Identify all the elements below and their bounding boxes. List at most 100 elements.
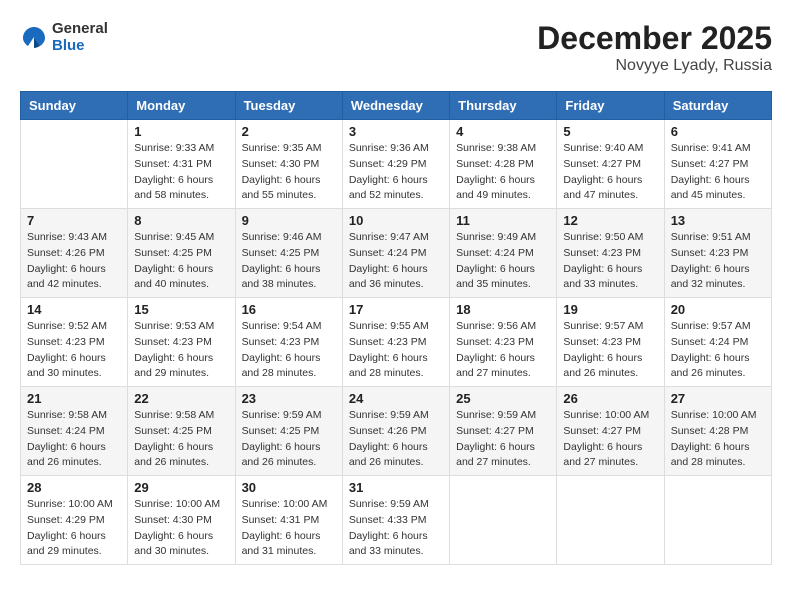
calendar-cell: 18Sunrise: 9:56 AM Sunset: 4:23 PM Dayli… (450, 298, 557, 387)
calendar-cell: 1Sunrise: 9:33 AM Sunset: 4:31 PM Daylig… (128, 120, 235, 209)
calendar-cell: 29 Sunrise: 10:00 AM Sunset: 4:30 PM Dayl… (128, 476, 235, 565)
calendar-cell: 14 Sunrise: 9:52 AM Sunset: 4:23 PM Dayli… (21, 298, 128, 387)
day-number: 30 (242, 480, 336, 495)
day-number: 14 (27, 302, 121, 317)
day-info: Sunrise: 9:58 AM Sunset: 4:25 PM Dayligh… (134, 408, 228, 471)
day-info: Sunrise: 10:00 AM Sunset: 4:27 PM Daylig… (563, 408, 657, 471)
day-info: Sunrise: 9:38 AM Sunset: 4:28 PM Dayligh… (456, 141, 550, 204)
day-number: 12 (563, 213, 657, 228)
day-info: Sunrise: 9:49 AM Sunset: 4:24 PM Dayligh… (456, 230, 550, 293)
calendar-header-row: SundayMondayTuesdayWednesdayThursdayFrid… (21, 92, 772, 120)
day-number: 29 (134, 480, 228, 495)
day-info: Sunrise: 9:53 AM Sunset: 4:23 PM Dayligh… (134, 319, 228, 382)
day-info: Sunrise: 10:00 AM Sunset: 4:28 PM Daylig… (671, 408, 765, 471)
day-number: 6 (671, 124, 765, 139)
calendar-cell: 10 Sunrise: 9:47 AM Sunset: 4:24 PM Dayli… (342, 209, 449, 298)
day-number: 17 (349, 302, 443, 317)
calendar-cell (557, 476, 664, 565)
calendar-cell: 12Sunrise: 9:50 AM Sunset: 4:23 PM Dayli… (557, 209, 664, 298)
calendar-table: SundayMondayTuesdayWednesdayThursdayFrid… (20, 91, 772, 565)
logo: General Blue (20, 20, 108, 54)
day-number: 2 (242, 124, 336, 139)
calendar-cell (21, 120, 128, 209)
calendar-cell: 20 Sunrise: 9:57 AM Sunset: 4:24 PM Dayli… (664, 298, 771, 387)
day-info: Sunrise: 9:51 AM Sunset: 4:23 PM Dayligh… (671, 230, 765, 293)
day-info: Sunrise: 9:41 AM Sunset: 4:27 PM Dayligh… (671, 141, 765, 204)
logo-icon (20, 23, 48, 51)
calendar-cell: 27 Sunrise: 10:00 AM Sunset: 4:28 PM Dayl… (664, 387, 771, 476)
day-info: Sunrise: 10:00 AM Sunset: 4:29 PM Daylig… (27, 497, 121, 560)
day-info: Sunrise: 9:54 AM Sunset: 4:23 PM Dayligh… (242, 319, 336, 382)
calendar-cell (664, 476, 771, 565)
day-info: Sunrise: 9:46 AM Sunset: 4:25 PM Dayligh… (242, 230, 336, 293)
day-number: 26 (563, 391, 657, 406)
calendar-cell: 8 Sunrise: 9:45 AM Sunset: 4:25 PM Daylig… (128, 209, 235, 298)
calendar-cell: 4 Sunrise: 9:38 AM Sunset: 4:28 PM Daylig… (450, 120, 557, 209)
calendar-week-row: 14 Sunrise: 9:52 AM Sunset: 4:23 PM Dayli… (21, 298, 772, 387)
day-number: 22 (134, 391, 228, 406)
day-info: Sunrise: 9:59 AM Sunset: 4:26 PM Dayligh… (349, 408, 443, 471)
day-number: 24 (349, 391, 443, 406)
day-info: Sunrise: 9:33 AM Sunset: 4:31 PM Dayligh… (134, 141, 228, 204)
day-info: Sunrise: 9:58 AM Sunset: 4:24 PM Dayligh… (27, 408, 121, 471)
day-info: Sunrise: 9:36 AM Sunset: 4:29 PM Dayligh… (349, 141, 443, 204)
calendar-cell: 3Sunrise: 9:36 AM Sunset: 4:29 PM Daylig… (342, 120, 449, 209)
calendar-week-row: 21 Sunrise: 9:58 AM Sunset: 4:24 PM Dayli… (21, 387, 772, 476)
calendar-cell: 7Sunrise: 9:43 AM Sunset: 4:26 PM Daylig… (21, 209, 128, 298)
weekday-header-wednesday: Wednesday (342, 92, 449, 120)
calendar-cell: 16 Sunrise: 9:54 AM Sunset: 4:23 PM Dayli… (235, 298, 342, 387)
calendar-cell: 23Sunrise: 9:59 AM Sunset: 4:25 PM Dayli… (235, 387, 342, 476)
month-year-title: December 2025 (537, 20, 772, 57)
weekday-header-saturday: Saturday (664, 92, 771, 120)
day-info: Sunrise: 9:52 AM Sunset: 4:23 PM Dayligh… (27, 319, 121, 382)
day-number: 21 (27, 391, 121, 406)
day-number: 8 (134, 213, 228, 228)
calendar-cell: 19 Sunrise: 9:57 AM Sunset: 4:23 PM Dayli… (557, 298, 664, 387)
calendar-week-row: 28Sunrise: 10:00 AM Sunset: 4:29 PM Dayl… (21, 476, 772, 565)
logo-blue: Blue (52, 37, 108, 54)
day-info: Sunrise: 9:57 AM Sunset: 4:23 PM Dayligh… (563, 319, 657, 382)
day-info: Sunrise: 10:00 AM Sunset: 4:31 PM Daylig… (242, 497, 336, 560)
calendar-cell: 30 Sunrise: 10:00 AM Sunset: 4:31 PM Dayl… (235, 476, 342, 565)
calendar-cell: 2Sunrise: 9:35 AM Sunset: 4:30 PM Daylig… (235, 120, 342, 209)
calendar-cell: 22 Sunrise: 9:58 AM Sunset: 4:25 PM Dayli… (128, 387, 235, 476)
weekday-header-friday: Friday (557, 92, 664, 120)
day-info: Sunrise: 9:56 AM Sunset: 4:23 PM Dayligh… (456, 319, 550, 382)
calendar-cell: 17 Sunrise: 9:55 AM Sunset: 4:23 PM Dayli… (342, 298, 449, 387)
day-number: 23 (242, 391, 336, 406)
day-info: Sunrise: 9:59 AM Sunset: 4:27 PM Dayligh… (456, 408, 550, 471)
calendar-cell: 24 Sunrise: 9:59 AM Sunset: 4:26 PM Dayli… (342, 387, 449, 476)
calendar-cell: 28Sunrise: 10:00 AM Sunset: 4:29 PM Dayl… (21, 476, 128, 565)
day-number: 10 (349, 213, 443, 228)
day-number: 9 (242, 213, 336, 228)
weekday-header-thursday: Thursday (450, 92, 557, 120)
calendar-cell: 11 Sunrise: 9:49 AM Sunset: 4:24 PM Dayli… (450, 209, 557, 298)
day-number: 27 (671, 391, 765, 406)
weekday-header-tuesday: Tuesday (235, 92, 342, 120)
day-info: Sunrise: 9:55 AM Sunset: 4:23 PM Dayligh… (349, 319, 443, 382)
day-number: 20 (671, 302, 765, 317)
day-number: 4 (456, 124, 550, 139)
day-info: Sunrise: 9:43 AM Sunset: 4:26 PM Dayligh… (27, 230, 121, 293)
day-info: Sunrise: 10:00 AM Sunset: 4:30 PM Daylig… (134, 497, 228, 560)
logo-general: General (52, 20, 108, 37)
day-number: 16 (242, 302, 336, 317)
calendar-cell: 31Sunrise: 9:59 AM Sunset: 4:33 PM Dayli… (342, 476, 449, 565)
day-info: Sunrise: 9:47 AM Sunset: 4:24 PM Dayligh… (349, 230, 443, 293)
title-section: December 2025 Novyye Lyady, Russia (537, 20, 772, 75)
calendar-cell: 9 Sunrise: 9:46 AM Sunset: 4:25 PM Daylig… (235, 209, 342, 298)
page-header: General Blue December 2025 Novyye Lyady,… (20, 20, 772, 75)
day-number: 25 (456, 391, 550, 406)
calendar-cell: 21 Sunrise: 9:58 AM Sunset: 4:24 PM Dayli… (21, 387, 128, 476)
calendar-week-row: 7Sunrise: 9:43 AM Sunset: 4:26 PM Daylig… (21, 209, 772, 298)
logo-text: General Blue (52, 20, 108, 54)
day-number: 19 (563, 302, 657, 317)
location-subtitle: Novyye Lyady, Russia (537, 57, 772, 75)
day-info: Sunrise: 9:57 AM Sunset: 4:24 PM Dayligh… (671, 319, 765, 382)
day-number: 15 (134, 302, 228, 317)
day-number: 13 (671, 213, 765, 228)
weekday-header-sunday: Sunday (21, 92, 128, 120)
calendar-cell (450, 476, 557, 565)
day-info: Sunrise: 9:45 AM Sunset: 4:25 PM Dayligh… (134, 230, 228, 293)
day-number: 11 (456, 213, 550, 228)
